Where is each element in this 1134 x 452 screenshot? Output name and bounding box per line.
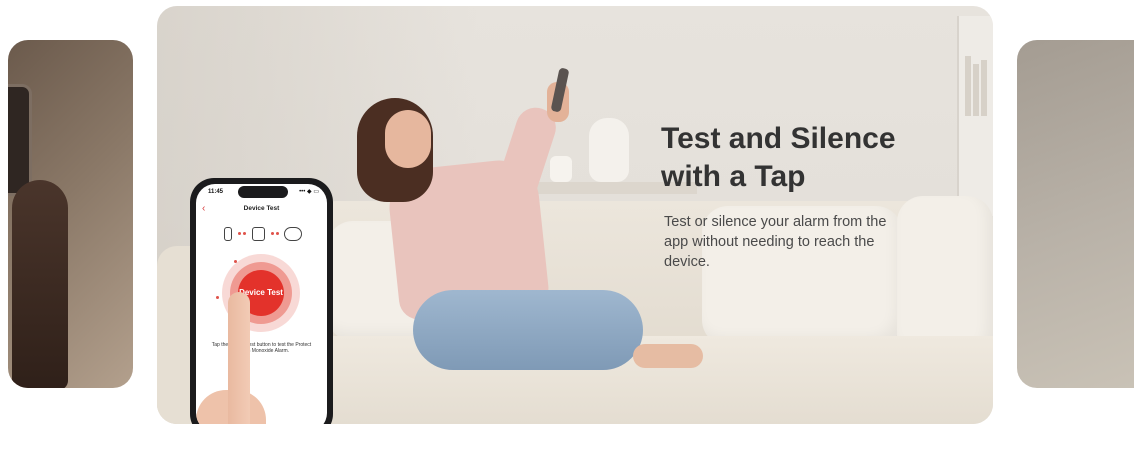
alarm-device-icon bbox=[284, 227, 302, 241]
feature-headline: Test and Silence with a Tap bbox=[661, 122, 896, 193]
phone-mockup: 11:45 ••• ◆ ▭ ‹ Device Test Device Test … bbox=[190, 178, 333, 424]
phone-device-icon bbox=[224, 227, 232, 241]
finger-image bbox=[228, 292, 250, 424]
status-time: 11:45 bbox=[208, 189, 224, 195]
woman-feet bbox=[633, 344, 703, 368]
phone-image bbox=[8, 84, 32, 196]
woman-legs bbox=[413, 290, 643, 370]
previous-slide-card[interactable] bbox=[8, 40, 133, 388]
device-connection-row bbox=[224, 227, 304, 241]
status-icons: ••• ◆ ▭ bbox=[299, 189, 319, 195]
vase bbox=[589, 118, 629, 182]
feature-slide: 11:45 ••• ◆ ▭ ‹ Device Test Device Test … bbox=[157, 6, 993, 424]
phone-notch bbox=[238, 186, 288, 198]
hand-image bbox=[12, 180, 68, 388]
woman-face bbox=[385, 110, 431, 168]
phone-screen: 11:45 ••• ◆ ▭ ‹ Device Test Device Test … bbox=[196, 184, 327, 424]
small-vase bbox=[550, 156, 572, 182]
bookshelf bbox=[957, 16, 993, 216]
next-slide-card[interactable] bbox=[1017, 40, 1134, 388]
screen-title: Device Test bbox=[243, 205, 280, 212]
screen-caption: Tap the Device Test button to test the P… bbox=[211, 342, 312, 355]
hub-device-icon bbox=[252, 227, 265, 241]
feature-description: Test or silence your alarm from the app … bbox=[664, 214, 887, 270]
